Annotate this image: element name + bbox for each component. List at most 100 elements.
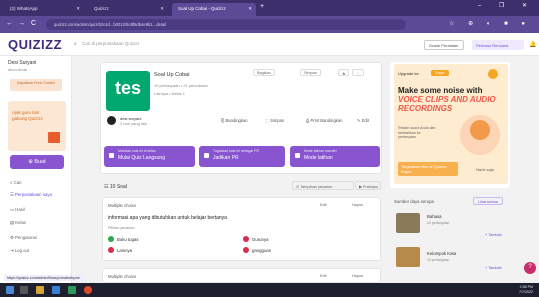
sidebar-item-library[interactable]: ☰ Perpustakaan saya — [10, 192, 52, 198]
see-all-button[interactable]: Lihat semua — [473, 197, 503, 205]
bell-icon[interactable]: 🔔 — [529, 41, 536, 48]
button-label: Mulai Quiz Langsung — [118, 155, 165, 161]
show-answers-button[interactable]: ⊙ Tampilkan jawaban — [292, 181, 354, 190]
sidebar-item-label: Perpustakaan saya — [15, 192, 52, 197]
question-type: Multiple choice — [108, 203, 137, 208]
button-subtext: Mainkan kuis ini di kelas — [118, 149, 156, 153]
quiz-thumbnail: tes — [106, 71, 150, 111]
answer-option: gangguan — [252, 248, 272, 253]
correct-answer-dot — [108, 236, 114, 242]
question-type: Multiple choice — [108, 274, 137, 279]
similar-item-name[interactable]: Bahasa — [427, 214, 442, 219]
help-button[interactable]: ? — [524, 262, 536, 274]
question-delete-button[interactable]: Hapus — [352, 203, 363, 207]
author-date: 3 hari yang lalu — [120, 121, 148, 126]
similar-item-meta: 10 pertanyaan — [427, 258, 450, 262]
quiz-title: Soal Up Cobai — [154, 72, 190, 78]
save-button[interactable]: Simpan — [300, 69, 321, 76]
similar-thumbnail[interactable] — [396, 247, 420, 267]
app-icon[interactable] — [68, 286, 76, 294]
wrong-answer-dot — [243, 236, 249, 242]
create-button[interactable]: ⊕ Buat — [10, 155, 64, 169]
tab-label: Soal Up Cobai - Quizizz — [178, 6, 226, 11]
button-label: Mode latihan — [304, 155, 333, 161]
play-icon — [109, 153, 114, 158]
quizizz-logo[interactable]: QUIZIZZ — [8, 37, 62, 52]
sidebar-item-logout[interactable]: ⇥ Log out — [10, 248, 29, 254]
store-icon[interactable] — [52, 286, 60, 294]
back-icon[interactable]: ← — [6, 20, 13, 27]
extensions-icons[interactable]: ☆ ⊕ ◐ ■ ● — [449, 20, 531, 27]
sidebar-item-reports[interactable]: ▭ Hasil — [10, 207, 25, 213]
edit-button[interactable]: ✎ Edit — [354, 116, 372, 125]
upgrade-cta-button[interactable]: Tingkatkan fitur di Quizizz Super — [398, 162, 458, 176]
chrome-icon[interactable] — [84, 286, 92, 294]
question-delete-button[interactable]: Hapus — [352, 274, 363, 278]
sidebar-item-classes[interactable]: ▤ Kelas — [10, 220, 26, 226]
similar-add-button[interactable]: + Tambah — [485, 233, 502, 237]
similar-add-button[interactable]: + Tambah — [485, 266, 502, 270]
later-link[interactable]: Nanti saja — [476, 167, 494, 172]
start-live-quiz-button[interactable]: Mainkan kuis ini di kelas Mulai Quiz Lang… — [104, 146, 195, 167]
invite-promo-card[interactable] — [8, 101, 66, 151]
question-edit-button[interactable]: Edit — [320, 203, 327, 207]
start-icon[interactable] — [6, 286, 14, 294]
print-label: Print Bandingkan — [310, 118, 343, 123]
grade-select[interactable]: Grade Peralatan — [424, 40, 464, 50]
practice-mode-button[interactable]: Mode latihan mandiri Mode latihan — [290, 146, 380, 167]
sidebar-item-settings[interactable]: ⚙ Pengaturan — [10, 235, 37, 241]
share-button[interactable]: Bagikan — [253, 69, 275, 76]
tab-label: (2) WhatsApp — [10, 6, 38, 11]
free-content-button[interactable]: Dapatkan Free Conten — [10, 79, 62, 91]
compare-button[interactable]: ⎘ Bandingkan — [218, 116, 251, 125]
gift-icon — [48, 132, 60, 143]
search-taskbar-icon[interactable] — [20, 286, 28, 294]
tab-quizizz[interactable]: Quizizz ✕ — [88, 3, 168, 16]
tab-quiz-detail[interactable]: Soal Up Cobai - Quizizz ✕ — [172, 3, 256, 16]
button-subtext: Mode latihan mandiri — [304, 149, 337, 153]
close-icon[interactable]: ✕ — [248, 6, 252, 12]
assign-homework-button[interactable]: Tugaskan kuis ini sebagai PR Jadikan PR — [199, 146, 285, 167]
similar-item-name[interactable]: Kelompok Kata — [427, 251, 456, 256]
avatar — [107, 116, 116, 125]
clock-time: 2:58 PM — [519, 285, 533, 289]
answer-choices-label: Pilihan jawaban — [108, 226, 135, 230]
files-icon[interactable] — [36, 286, 44, 294]
edit-label: Edit — [361, 118, 369, 123]
close-icon[interactable]: ✕ — [76, 6, 80, 12]
url-field[interactable]: quizizz.com/admin/quiz/62c4d...b0012/5c8… — [46, 19, 406, 30]
close-icon[interactable]: ✕ — [160, 6, 164, 12]
promo-title: Make some noise with — [398, 86, 483, 95]
similar-item-meta: 10 pertanyaan — [427, 221, 450, 225]
button-label: Jadikan PR — [213, 155, 239, 161]
forward-icon[interactable]: → — [18, 20, 25, 27]
sidebar-item-label: Cari — [13, 180, 22, 185]
more-icon[interactable]: ⋮ — [352, 69, 364, 76]
clock-date: 7/7/2022 — [519, 289, 533, 294]
answer-option: Lainnya — [117, 248, 133, 253]
practice-icon — [295, 153, 300, 158]
star-icon[interactable]: ★ — [338, 69, 350, 76]
sidebar-item-label: Hasil — [15, 207, 25, 212]
answer-option: Gurunya — [252, 237, 269, 242]
sidebar-item-label: Log out — [14, 248, 30, 253]
question-edit-button[interactable]: Edit — [320, 274, 327, 278]
preview-label: Pratinjau — [362, 185, 378, 189]
sidebar-item-search[interactable]: ⌕ Cari — [10, 180, 22, 185]
upgrade-label: Upgrade ke — [398, 71, 419, 76]
search-icon: ⌕ — [74, 41, 77, 47]
upgrade-button[interactable]: Perbarui Rencana — [472, 40, 524, 50]
reload-icon[interactable]: C — [31, 20, 36, 27]
print-button[interactable]: ⎙ Print Bandingkan — [303, 116, 345, 125]
save-copy-button[interactable]: ⬚ Simpan — [262, 116, 287, 125]
similar-thumbnail[interactable] — [396, 213, 420, 233]
preview-button[interactable]: ▶ Pratinjau — [355, 181, 381, 190]
tab-label: Quizizz — [94, 6, 109, 11]
window-controls[interactable]: – ❐ ✕ — [478, 2, 535, 9]
tab-whatsapp[interactable]: (2) WhatsApp ✕ — [4, 3, 84, 16]
system-tray[interactable]: 2:58 PM 7/7/2022 — [519, 285, 533, 294]
invite-promo-text: Ajak guru lain gabung Quizizz — [12, 110, 44, 121]
new-tab-button[interactable]: + — [260, 3, 264, 10]
question-count-label: 10 Soal — [109, 184, 127, 190]
search-input[interactable]: Cari di perpustakaan Quizizz — [82, 41, 342, 50]
